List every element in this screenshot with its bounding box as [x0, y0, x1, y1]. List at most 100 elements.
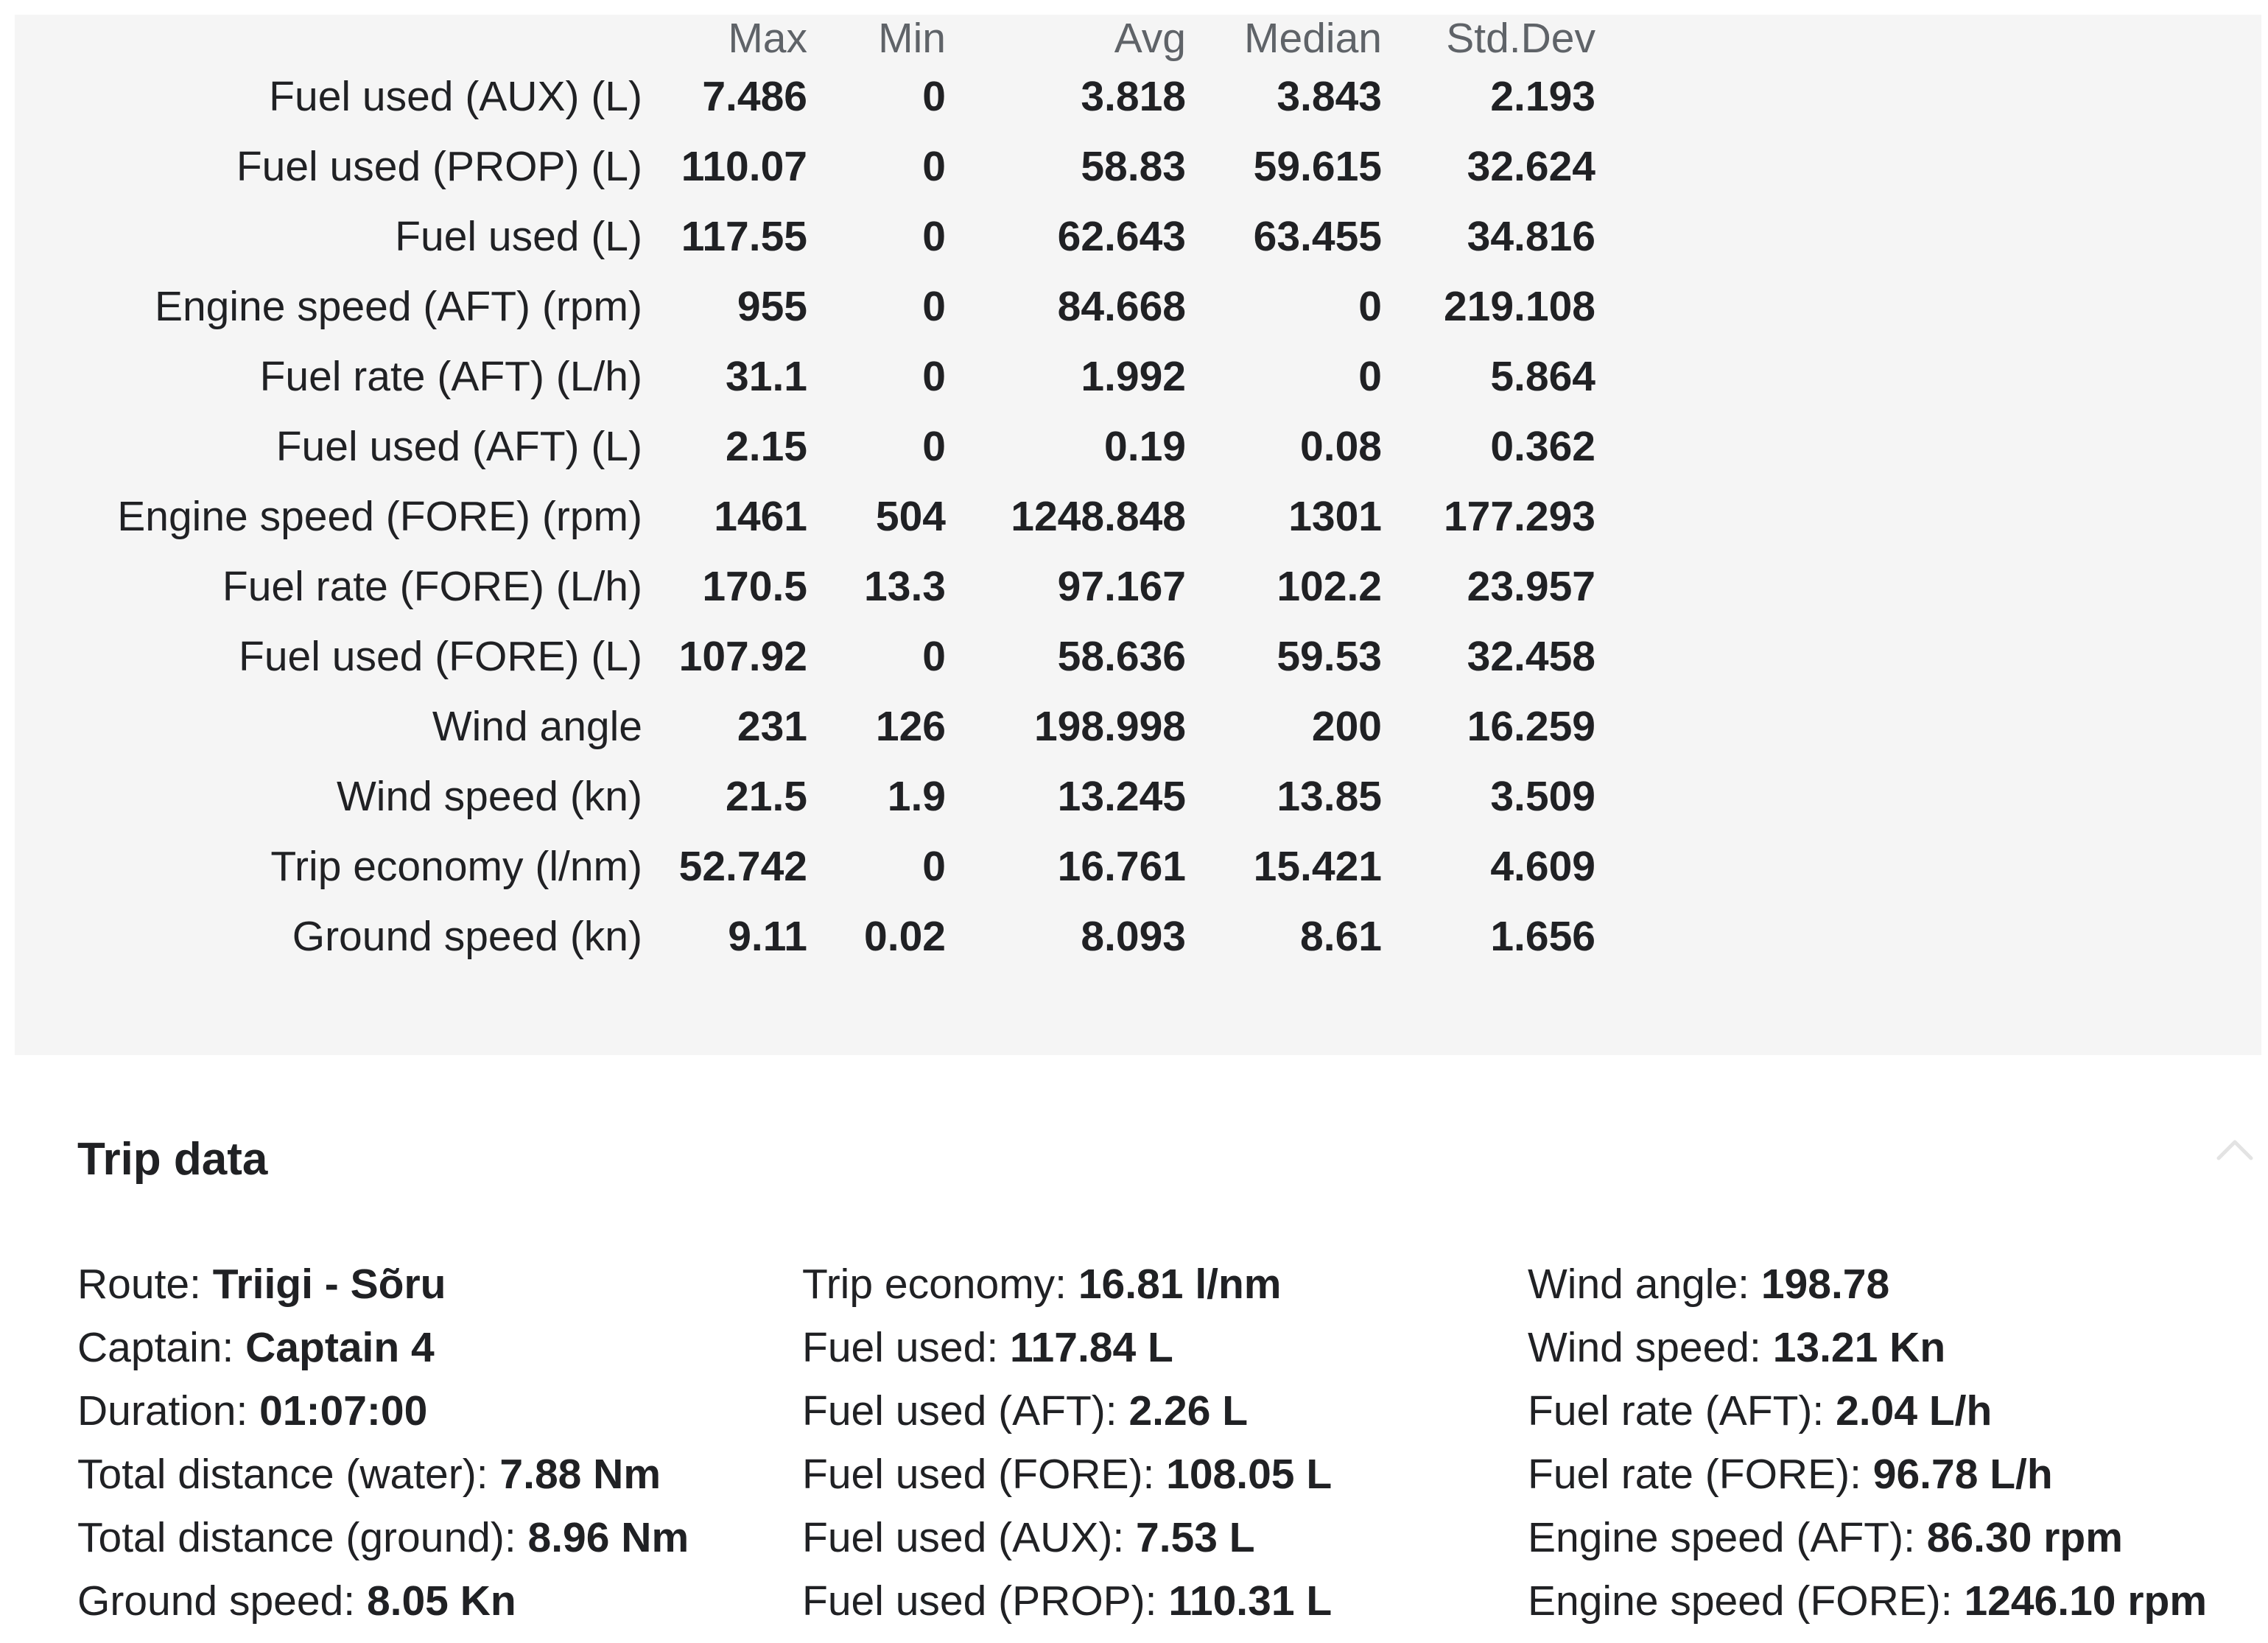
column-header-avg: Avg [1114, 15, 1186, 62]
cell-std: 34.816 [1467, 213, 1595, 260]
cell-min: 0 [922, 213, 946, 260]
trip-info-item: Fuel used (AUX): 7.53 L [802, 1506, 1332, 1569]
trip-info-label: Total distance (ground): [77, 1514, 528, 1561]
trip-info-value: 1246.10 rpm [1964, 1577, 2207, 1625]
trip-info-item: Ground speed: 8.05 Kn [77, 1569, 689, 1633]
trip-info-label: Fuel rate (FORE): [1528, 1451, 1873, 1498]
statistics-header-row: Max Min Avg Median Std.Dev [15, 15, 1595, 62]
trip-info-value: 198.78 [1760, 1261, 1890, 1308]
table-row: Fuel used (AUX) (L) 7.486 0 3.818 3.843 2.193 [15, 62, 1595, 132]
cell-min: 0 [922, 423, 946, 470]
trip-info-value: Captain 4 [245, 1324, 435, 1371]
column-header-std-dev: Std.Dev [1446, 15, 1595, 62]
trip-info-item: Captain: Captain 4 [77, 1316, 689, 1379]
cell-avg: 58.636 [1057, 633, 1186, 680]
table-row: Fuel used (L) 117.55 0 62.643 63.455 34.816 [15, 202, 1595, 272]
column-header-min: Min [878, 15, 946, 62]
trip-info-value: Triigi - Sõru [212, 1261, 446, 1308]
cell-min: 0 [922, 353, 946, 400]
trip-info-item: Wind speed: 13.21 Kn [1528, 1316, 2207, 1379]
cell-std: 32.458 [1467, 633, 1595, 680]
cell-min: 0 [922, 633, 946, 680]
statistics-panel: Max Min Avg Median Std.Dev Fuel used (AU… [15, 15, 2261, 1055]
row-label: Fuel used (PROP) (L) [236, 143, 642, 190]
trip-info-value: 96.78 L/h [1872, 1451, 2053, 1498]
cell-min: 1.9 [887, 773, 946, 820]
table-row: Fuel used (PROP) (L) 110.07 0 58.83 59.615 32… [15, 132, 1595, 202]
cell-avg: 1.992 [1081, 353, 1186, 400]
cell-median: 200 [1311, 703, 1382, 750]
cell-median: 3.843 [1277, 73, 1382, 120]
cell-std: 1.656 [1490, 913, 1595, 960]
cell-min: 0.02 [864, 913, 946, 960]
trip-info-value: 8.96 Nm [527, 1514, 689, 1561]
trip-info-label: Fuel used (PROP): [802, 1577, 1169, 1625]
cell-median: 59.615 [1253, 143, 1382, 190]
trip-data-card: Trip data Route: Triigi - Sõru Captain: C… [15, 1061, 2261, 1643]
table-row: Trip economy (l/nm) 52.742 0 16.761 15.421 4.… [15, 832, 1595, 902]
trip-info-item: Duration: 01:07:00 [77, 1379, 689, 1443]
cell-max: 231 [737, 703, 807, 750]
cell-max: 117.55 [681, 213, 807, 260]
cell-max: 107.92 [678, 633, 807, 680]
cell-max: 9.11 [728, 913, 807, 960]
row-label: Fuel rate (AFT) (L/h) [259, 353, 642, 400]
cell-std: 23.957 [1467, 563, 1595, 610]
cell-median: 59.53 [1277, 633, 1382, 680]
cell-min: 13.3 [864, 563, 946, 610]
cell-avg: 16.761 [1057, 843, 1186, 890]
trip-info-item: Fuel used (AFT): 2.26 L [802, 1379, 1332, 1443]
trip-info-label: Captain: [77, 1324, 246, 1371]
cell-std: 177.293 [1443, 493, 1595, 540]
row-label: Fuel used (FORE) (L) [239, 633, 642, 680]
cell-avg: 198.998 [1033, 703, 1186, 750]
cell-avg: 58.83 [1081, 143, 1186, 190]
trip-info-value: 108.05 L [1166, 1451, 1333, 1498]
trip-info-label: Engine speed (AFT): [1528, 1514, 1927, 1561]
cell-max: 1461 [714, 493, 807, 540]
cell-avg: 97.167 [1057, 563, 1186, 610]
row-label: Trip economy (l/nm) [270, 843, 642, 890]
cell-std: 4.609 [1490, 843, 1595, 890]
cell-max: 170.5 [702, 563, 807, 610]
cell-median: 15.421 [1253, 843, 1382, 890]
cell-median: 102.2 [1277, 563, 1382, 610]
trip-info-value: 7.88 Nm [499, 1451, 661, 1498]
statistics-table: Max Min Avg Median Std.Dev Fuel used (AU… [15, 15, 1595, 972]
trip-info-item: Fuel used (FORE): 108.05 L [802, 1443, 1332, 1506]
row-label: Engine speed (FORE) (rpm) [117, 493, 642, 540]
trip-info-label: Ground speed: [77, 1577, 367, 1625]
table-row: Wind angle 231 126 198.998 200 16.259 [15, 692, 1595, 762]
cell-std: 2.193 [1490, 73, 1595, 120]
trip-info-label: Fuel used (AFT): [802, 1387, 1129, 1434]
cell-avg: 13.245 [1057, 773, 1186, 820]
trip-info-value: 117.84 L [1010, 1324, 1173, 1371]
cell-std: 219.108 [1443, 283, 1595, 330]
cell-avg: 3.818 [1081, 73, 1186, 120]
cell-avg: 8.093 [1081, 913, 1186, 960]
trip-info-label: Fuel rate (AFT): [1528, 1387, 1836, 1434]
trip-info-label: Duration: [77, 1387, 260, 1434]
cell-max: 7.486 [702, 73, 807, 120]
trip-info-value: 86.30 rpm [1926, 1514, 2123, 1561]
trip-info-column-2: Trip economy: 16.81 l/nm Fuel used: 117.8… [802, 1253, 1332, 1633]
chevron-up-icon[interactable] [2214, 1135, 2255, 1164]
trip-info-item: Fuel used: 117.84 L [802, 1316, 1332, 1379]
cell-std: 32.624 [1467, 143, 1595, 190]
row-label: Fuel rate (FORE) (L/h) [222, 563, 642, 610]
trip-info-value: 2.04 L/h [1836, 1387, 1993, 1434]
trip-info-item: Total distance (water): 7.88 Nm [77, 1443, 689, 1506]
trip-info-label: Fuel used (AUX): [802, 1514, 1136, 1561]
trip-info-label: Wind angle: [1528, 1261, 1761, 1308]
table-row: Engine speed (FORE) (rpm) 1461 504 1248.848… [15, 482, 1595, 552]
trip-info-item: Wind angle: 198.78 [1528, 1253, 2207, 1316]
table-row: Fuel used (AFT) (L) 2.15 0 0.19 0.08 0.362 [15, 412, 1595, 482]
cell-avg: 0.19 [1104, 423, 1186, 470]
cell-median: 0.08 [1300, 423, 1382, 470]
cell-min: 504 [875, 493, 946, 540]
table-row: Fuel rate (FORE) (L/h) 170.5 13.3 97.167 102… [15, 552, 1595, 622]
cell-median: 63.455 [1253, 213, 1382, 260]
cell-median: 0 [1358, 283, 1382, 330]
row-label: Fuel used (AFT) (L) [275, 423, 642, 470]
trip-info-value: 2.26 L [1128, 1387, 1249, 1434]
